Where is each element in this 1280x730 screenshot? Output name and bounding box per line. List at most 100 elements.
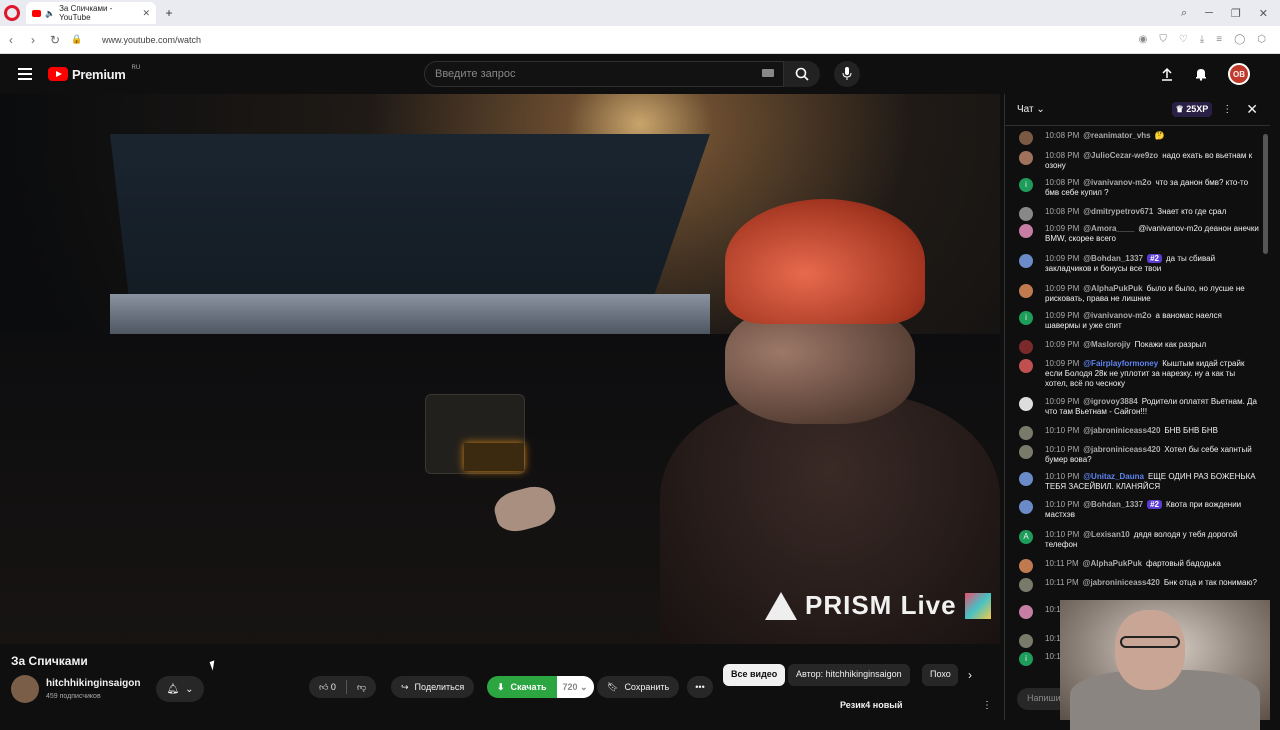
chat-author-name[interactable]: @Amora____ <box>1083 224 1134 233</box>
chat-author-avatar[interactable] <box>1019 151 1033 165</box>
chat-author-avatar[interactable]: i <box>1019 311 1033 325</box>
chat-timestamp: 10:08 PM <box>1045 178 1080 187</box>
chat-message: 10:09 PM @igrovoy3884 Родители оплатят Вье… <box>1019 397 1259 417</box>
close-tab-icon[interactable]: ✕ <box>142 8 150 19</box>
speaker-icon[interactable]: 🔈 <box>45 9 55 18</box>
search-button[interactable] <box>784 61 820 87</box>
chat-author-avatar[interactable] <box>1019 578 1033 592</box>
channel-avatar[interactable] <box>11 675 39 703</box>
chat-author-avatar[interactable] <box>1019 224 1033 238</box>
chat-author-avatar[interactable]: i <box>1019 178 1033 192</box>
save-button[interactable]: 🔖︎ Сохранить <box>597 676 680 698</box>
window-controls: ⌕ ─ ❐ ✕ <box>1181 7 1280 20</box>
url-field[interactable]: www.youtube.com/watch <box>102 35 201 45</box>
search-input[interactable]: Введите запрос <box>424 61 784 87</box>
member-badge: #2 <box>1147 500 1162 509</box>
chat-author-name[interactable]: @ivanivanov-m2o <box>1083 311 1151 320</box>
chat-scrollbar[interactable] <box>1263 134 1268 254</box>
download-button[interactable]: ⬇ Скачать 720 ⌄ <box>487 676 594 698</box>
chat-author-name[interactable]: @reanimator_vhs <box>1083 131 1150 140</box>
region-label: RU <box>131 65 141 71</box>
forward-button[interactable]: › <box>22 33 44 47</box>
chat-author-name[interactable]: @Fairplayformoney <box>1083 359 1158 368</box>
chat-author-name[interactable]: @JulioCezar-we9zo <box>1083 151 1158 160</box>
voice-search-button[interactable] <box>834 61 860 87</box>
minimize-button[interactable]: ─ <box>1205 7 1213 20</box>
browser-tab[interactable]: 🔈 За Спичками - YouTube ✕ <box>26 2 156 24</box>
recommended-video-title[interactable]: Резик4 новый <box>840 700 903 710</box>
hamburger-menu-icon[interactable] <box>18 68 32 80</box>
chat-message: 10:10 PM @Unitaz_Dauna ЕЩЕ ОДИН РАЗ БОЖЕНЬ… <box>1019 472 1259 492</box>
address-bar: ‹ › ↻ 🔒 www.youtube.com/watch ◉ ⛉ ♡ ⤓ ≡ … <box>0 26 1280 74</box>
chat-author-name[interactable]: @dmitrypetrov671 <box>1083 207 1153 216</box>
chat-author-avatar[interactable]: A <box>1019 530 1033 544</box>
search-tabs-icon[interactable]: ⌕ <box>1181 7 1187 20</box>
chat-author-name[interactable]: @Maslorojiy <box>1083 340 1130 349</box>
chat-author-avatar[interactable] <box>1019 207 1033 221</box>
account-avatar[interactable]: ОВ <box>1228 63 1250 85</box>
back-button[interactable]: ‹ <box>0 33 22 47</box>
share-button[interactable]: ↪ Поделиться <box>391 676 475 698</box>
new-tab-button[interactable]: + <box>162 6 176 20</box>
subscription-bell-button[interactable]: 🔔︎ ⌄ <box>156 676 204 702</box>
chevron-right-icon[interactable]: › <box>968 668 972 682</box>
profile-icon[interactable]: ◯ <box>1234 34 1245 45</box>
youtube-play-icon <box>48 67 68 81</box>
close-window-button[interactable]: ✕ <box>1259 7 1268 20</box>
chat-author-name[interactable]: @jabroniniceass420 <box>1083 578 1160 587</box>
extensions-icon[interactable]: ⬡ <box>1257 34 1266 45</box>
channel-name[interactable]: hitchhikinginsaigon <box>46 678 140 689</box>
more-vertical-icon[interactable]: ⋮ <box>982 700 992 711</box>
youtube-logo[interactable]: Premium RU <box>48 65 141 82</box>
chat-author-name[interactable]: @Bohdan_1337 <box>1083 254 1143 263</box>
chat-author-avatar[interactable] <box>1019 254 1033 268</box>
chat-author-avatar[interactable] <box>1019 445 1033 459</box>
more-actions-button[interactable]: ••• <box>687 676 713 698</box>
subscriber-count: 459 подписчиков <box>46 693 101 700</box>
chat-close-icon[interactable]: ✕ <box>1246 101 1258 118</box>
chat-author-avatar[interactable] <box>1019 359 1033 373</box>
chat-author-avatar[interactable] <box>1019 559 1033 573</box>
chat-author-name[interactable]: @jabroniniceass420 <box>1083 426 1160 435</box>
download-icon[interactable]: ⤓ <box>1200 34 1204 45</box>
reload-button[interactable]: ↻ <box>44 33 66 47</box>
chat-author-avatar[interactable] <box>1019 340 1033 354</box>
xp-badge[interactable]: ♛ 25XP <box>1171 102 1213 117</box>
chat-author-name[interactable]: @Unitaz_Dauna <box>1083 472 1144 481</box>
chat-author-avatar[interactable] <box>1019 605 1033 619</box>
lock-icon[interactable]: 🔒 <box>66 34 88 45</box>
chat-author-avatar[interactable] <box>1019 500 1033 514</box>
maximize-button[interactable]: ❐ <box>1231 7 1241 20</box>
dislike-button[interactable]: 👎︎ <box>357 682 366 693</box>
chat-author-avatar[interactable] <box>1019 472 1033 486</box>
chat-author-name[interactable]: @AlphaPukPuk <box>1083 284 1142 293</box>
chat-author-name[interactable]: @ivanivanov-m2o <box>1083 178 1151 187</box>
chat-author-avatar[interactable] <box>1019 131 1033 145</box>
shield-icon[interactable]: ⛉ <box>1159 34 1167 45</box>
chat-author-name[interactable]: @AlphaPukPuk <box>1083 559 1142 568</box>
menu-icon[interactable]: ≡ <box>1216 34 1222 45</box>
opera-logo-icon[interactable] <box>4 5 20 21</box>
chat-author-avatar[interactable] <box>1019 397 1033 411</box>
like-button[interactable]: 👍︎ 0 <box>319 682 336 693</box>
chip-all-videos[interactable]: Все видео <box>723 664 786 686</box>
notifications-bell-icon[interactable] <box>1194 67 1208 81</box>
chat-author-avatar[interactable]: i <box>1019 652 1033 666</box>
chat-author-avatar[interactable] <box>1019 634 1033 648</box>
chat-author-name[interactable]: @igrovoy3884 <box>1083 397 1138 406</box>
chat-author-name[interactable]: @Bohdan_1337 <box>1083 500 1143 509</box>
upload-icon[interactable] <box>1160 67 1174 81</box>
camera-icon[interactable]: ◉ <box>1139 34 1148 45</box>
chat-author-avatar[interactable] <box>1019 426 1033 440</box>
chip-author[interactable]: Автор: hitchhikinginsaigon <box>788 664 910 686</box>
heart-icon[interactable]: ♡ <box>1179 34 1188 45</box>
chat-author-name[interactable]: @Lexisan10 <box>1083 530 1130 539</box>
chat-author-avatar[interactable] <box>1019 284 1033 298</box>
chat-mode-dropdown[interactable]: Чат ⌄ <box>1017 104 1045 115</box>
video-player[interactable] <box>0 94 1000 644</box>
chat-menu-icon[interactable]: ⋮ <box>1222 104 1232 115</box>
chip-similar[interactable]: Похо <box>922 664 958 686</box>
keyboard-icon[interactable] <box>762 69 774 77</box>
chat-author-name[interactable]: @jabroniniceass420 <box>1083 445 1160 454</box>
quality-select[interactable]: 720 ⌄ <box>556 676 594 698</box>
